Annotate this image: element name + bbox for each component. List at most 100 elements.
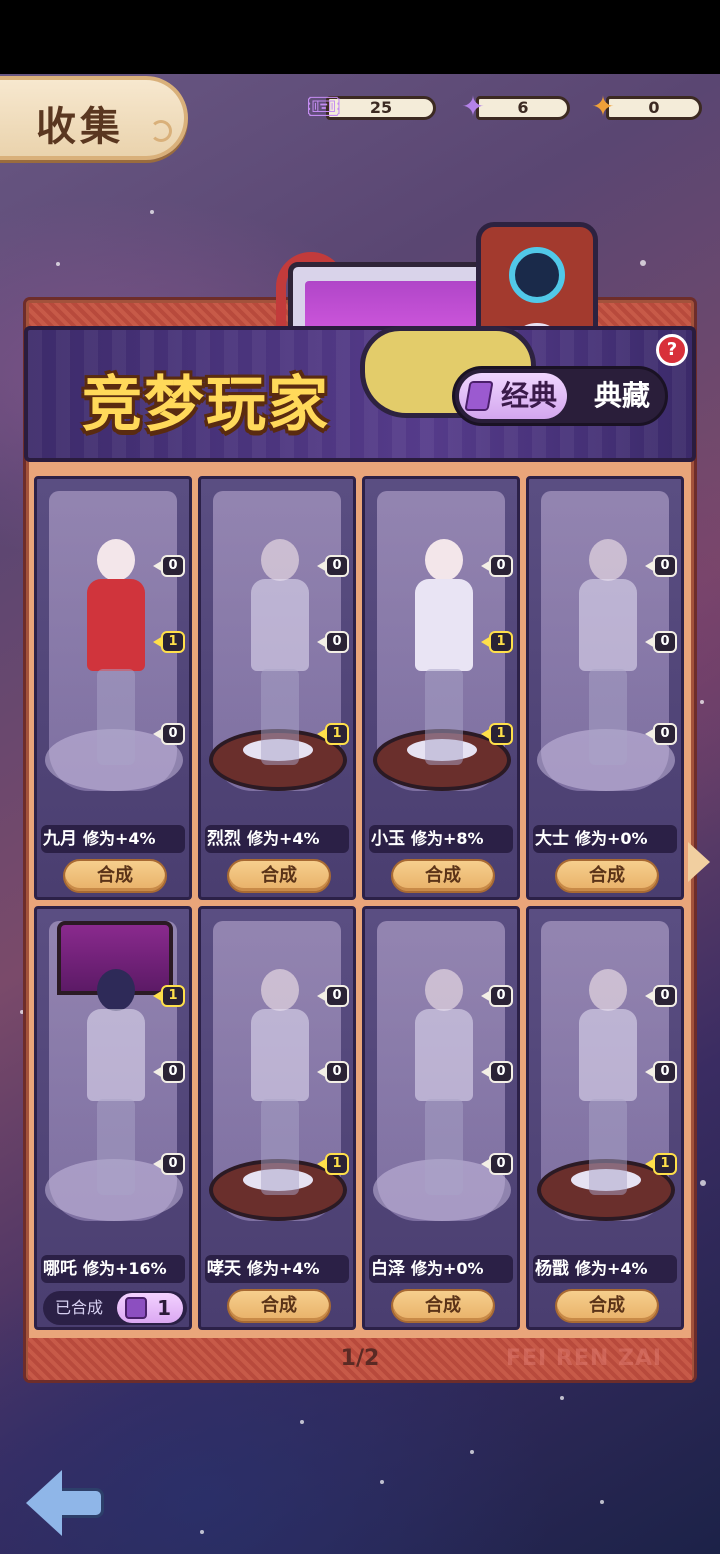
page-title: 收集 [36,103,124,150]
character-name: 小玉 [371,829,405,849]
back-button[interactable] [26,1470,106,1536]
part-count-badge: 1 [325,723,349,745]
character-card-dashi[interactable]: 0 0 0 大士 修为+0% 合成 [526,476,684,900]
character-name: 烈烈 [207,829,241,849]
part-count-badge: 0 [653,555,677,577]
part-count-badge: 0 [325,555,349,577]
status-bar [0,0,720,74]
character-card-baize[interactable]: 0 0 0 白泽 修为+0% 合成 [362,906,520,1330]
help-button[interactable]: ? [656,334,688,366]
currency-purple-puzzle: ✦ 6 [456,90,570,123]
part-count-badge: 1 [489,631,513,653]
page-title-tab: 收集 [0,76,188,160]
character-card-nezha[interactable]: 1 0 0 哪吒 修为+16% 已合成 1 [34,906,192,1330]
character-figure [579,969,637,1199]
currency-orange-puzzle-value: 0 [606,96,702,120]
synthesized-label: 已合成 [55,1298,104,1317]
part-count-badge: 0 [325,985,349,1007]
synthesized-status: 已合成 1 [43,1291,187,1325]
tab-classic-label: 经典 [500,379,557,412]
piece-count-pill: 1 [117,1293,183,1323]
character-figure [251,969,309,1199]
character-figure [415,539,473,769]
currency-purple-puzzle-value: 6 [476,96,570,120]
puzzle-piece-icon [125,1297,147,1319]
character-card-lielie[interactable]: 0 0 1 烈烈 修为+4% 合成 [198,476,356,900]
part-count-badge: 0 [653,631,677,653]
character-figure [87,539,145,769]
part-count-badge: 1 [325,1153,349,1175]
character-name: 白泽 [371,1259,405,1279]
swirl-ornament-icon [150,120,172,142]
gem-icon [464,381,494,411]
piece-count: 1 [157,1296,171,1320]
bonus-text: 修为+4% [247,829,320,848]
character-label: 哪吒 修为+16% [41,1255,185,1283]
character-label: 大士 修为+0% [533,825,677,853]
character-label: 哮天 修为+4% [205,1255,349,1283]
purple-puzzle-icon: ✦ [461,90,485,123]
tab-classic[interactable]: 经典 [459,373,567,419]
character-name: 九月 [43,829,77,849]
character-name: 哮天 [207,1259,241,1279]
character-card-xiaotian[interactable]: 0 0 1 哮天 修为+4% 合成 [198,906,356,1330]
part-count-badge: 0 [489,1061,513,1083]
synthesize-button[interactable]: 合成 [555,859,659,893]
character-figure [251,539,309,769]
part-count-badge: 0 [653,723,677,745]
bonus-text: 修为+4% [575,1259,648,1278]
synthesize-button[interactable]: 合成 [227,859,331,893]
bonus-text: 修为+16% [83,1259,167,1278]
character-card-jiuyue[interactable]: 0 1 0 九月 修为+4% 合成 [34,476,192,900]
part-count-badge: 0 [161,1061,185,1083]
character-card-yangjian[interactable]: 0 0 1 杨戬 修为+4% 合成 [526,906,684,1330]
watermark: FEI REN ZAI [506,1346,663,1371]
part-count-badge: 0 [161,723,185,745]
part-count-badge: 0 [325,1061,349,1083]
character-figure [579,539,637,769]
synthesize-button[interactable]: 合成 [391,859,495,893]
synthesize-button[interactable]: 合成 [555,1289,659,1323]
orange-puzzle-icon: ✦ [591,90,615,123]
character-label: 白泽 修为+0% [369,1255,513,1283]
part-count-badge: 1 [653,1153,677,1175]
currency-ticket: 🎟 25 [306,90,440,123]
character-card-xiaoyu[interactable]: 0 1 1 小玉 修为+8% 合成 [362,476,520,900]
next-page-arrow-icon[interactable] [688,842,710,882]
ticket-icon: 🎟 [306,90,342,123]
character-label: 杨戬 修为+4% [533,1255,677,1283]
character-figure [415,969,473,1199]
part-count-badge: 0 [325,631,349,653]
bonus-text: 修为+8% [411,829,484,848]
character-name: 哪吒 [43,1259,77,1279]
currency-orange-puzzle: ✦ 0 [586,90,704,123]
synthesize-button[interactable]: 合成 [227,1289,331,1323]
tab-collection[interactable]: 典藏 [577,373,667,419]
part-count-badge: 0 [489,555,513,577]
character-label: 小玉 修为+8% [369,825,513,853]
bonus-text: 修为+4% [83,829,156,848]
part-count-badge: 0 [653,985,677,1007]
bonus-text: 修为+4% [247,1259,320,1278]
bonus-text: 修为+0% [575,829,648,848]
theme-title: 竞梦玩家 [82,370,330,440]
back-arrow-icon [26,1470,62,1536]
part-count-badge: 1 [161,631,185,653]
bonus-text: 修为+0% [411,1259,484,1278]
part-count-badge: 0 [489,1153,513,1175]
character-label: 九月 修为+4% [41,825,185,853]
part-count-badge: 1 [489,723,513,745]
character-figure [87,969,145,1199]
part-count-badge: 0 [161,1153,185,1175]
character-name: 杨戬 [535,1259,569,1279]
currency-ticket-value: 25 [326,96,436,120]
edition-toggle: 经典 典藏 [452,366,668,426]
part-count-badge: 0 [489,985,513,1007]
character-name: 大士 [535,829,569,849]
character-label: 烈烈 修为+4% [205,825,349,853]
part-count-badge: 0 [653,1061,677,1083]
part-count-badge: 1 [161,985,185,1007]
synthesize-button[interactable]: 合成 [63,859,167,893]
synthesize-button[interactable]: 合成 [391,1289,495,1323]
part-count-badge: 0 [161,555,185,577]
